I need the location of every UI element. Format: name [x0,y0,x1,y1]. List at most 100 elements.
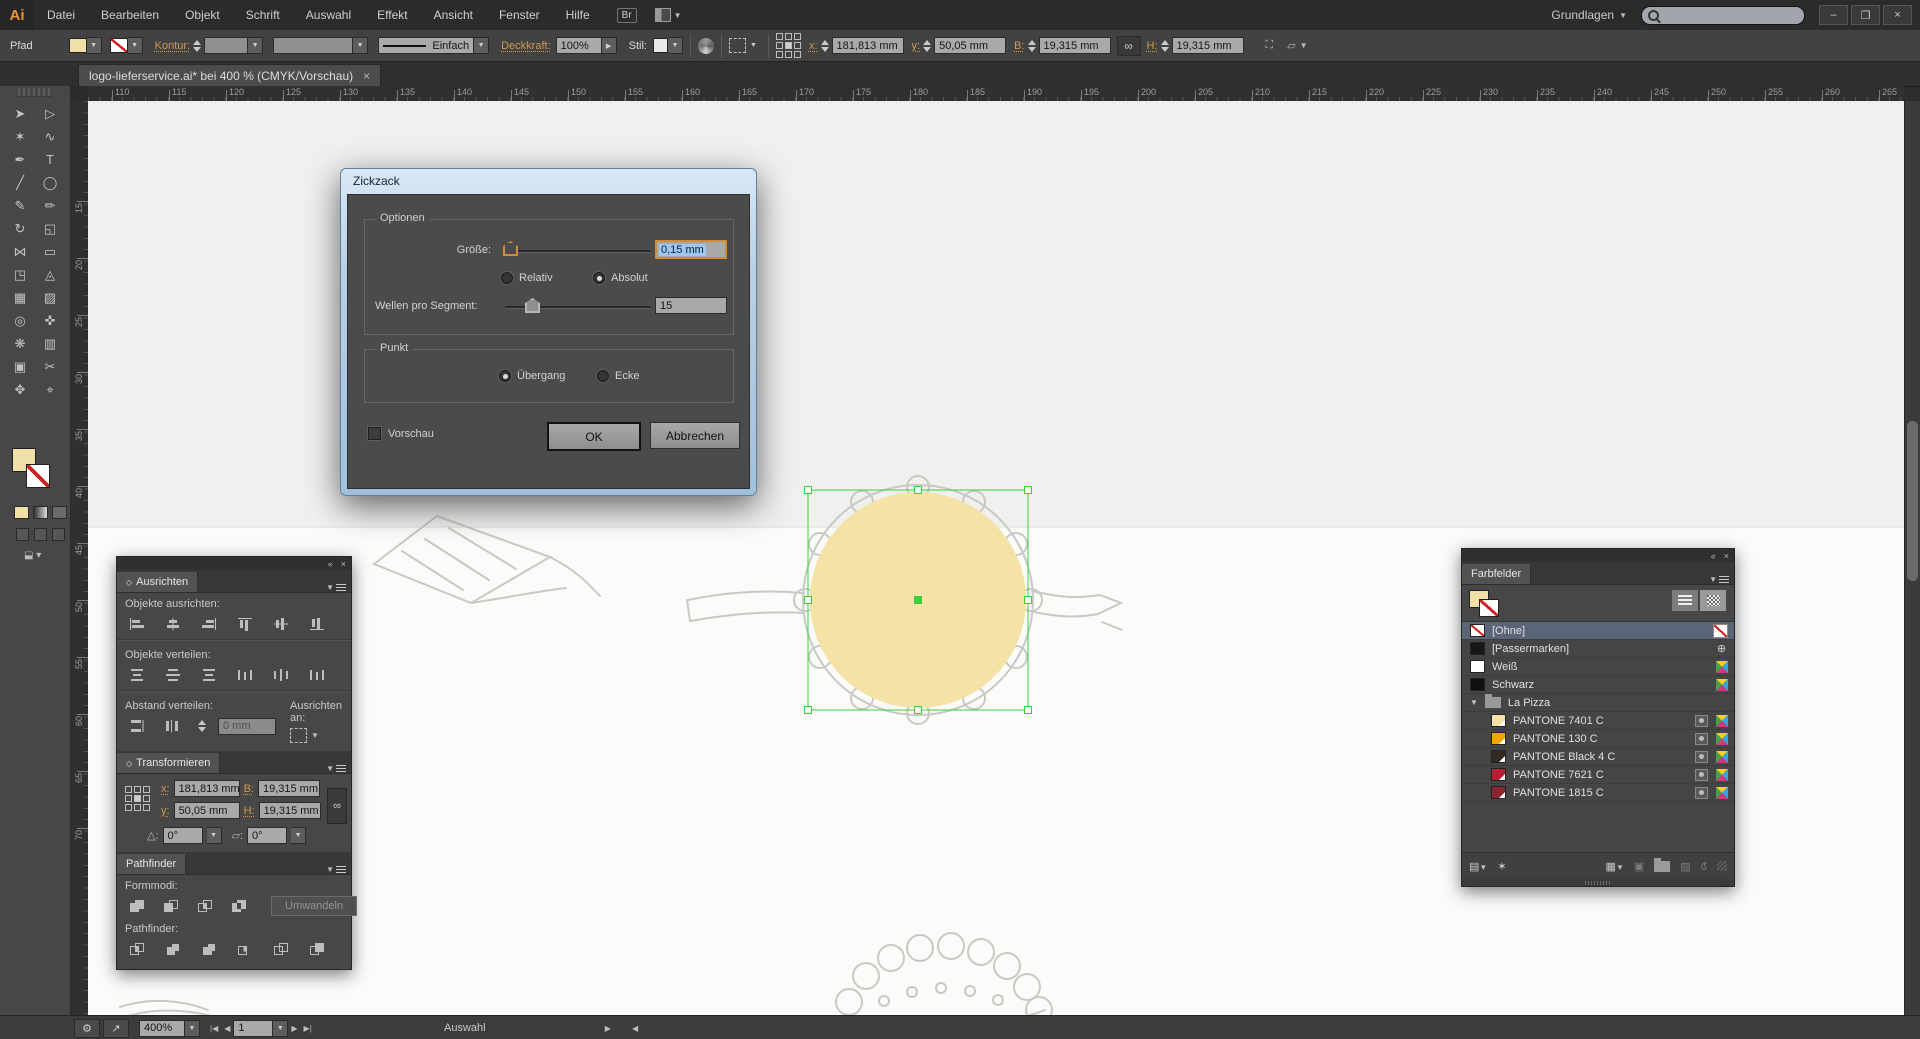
height-field[interactable]: 19,315 mm [1172,37,1244,54]
tab-close-icon[interactable]: × [363,69,370,83]
height-stepper[interactable] [1161,40,1169,52]
stroke-weight-field[interactable] [204,37,248,54]
transform-shape-icon[interactable]: ⛶ [1266,39,1274,52]
horizontal-ruler[interactable]: 1101151201251301351401451501551601651701… [88,86,1904,102]
color-button[interactable] [14,506,29,519]
selection-handle[interactable] [805,707,812,714]
corner-radio[interactable]: Ecke [597,370,639,382]
stroke-weight-dropdown[interactable]: ▼ [248,37,263,54]
swatch-row[interactable]: [Passermarken]⊕ [1462,640,1734,658]
outline-button[interactable] [267,939,294,959]
workspace-switcher[interactable]: Grundlagen ▼ [1551,8,1627,22]
panel-menu-icon[interactable]: ▼ [326,764,351,773]
spacing-field[interactable]: 0 mm [218,718,276,735]
relative-radio[interactable]: Relativ [501,272,553,284]
graphic-style-dropdown[interactable]: ▼ [668,37,683,54]
reference-point-selector[interactable] [776,33,801,58]
gradient-button[interactable] [33,506,48,519]
minus-front-button[interactable] [157,896,184,916]
shear-field[interactable]: 0° [247,827,287,844]
screen-mode-button[interactable]: ⬓ ▾ [24,550,41,561]
width-stepper[interactable] [1028,40,1036,52]
swatch-row[interactable]: Weiß [1462,658,1734,676]
none-button[interactable] [52,506,67,519]
horizontal-align-left-button[interactable] [123,614,150,634]
shape-builder-tool[interactable]: ◳ [8,264,32,285]
draw-normal-mode[interactable] [16,528,29,541]
menu-objekt[interactable]: Objekt [172,0,233,30]
ellipse-tool[interactable]: ◯ [38,172,62,193]
panel-resize-grip[interactable] [1585,881,1611,885]
vertical-align-top-button[interactable] [231,614,258,634]
merge-button[interactable] [195,939,222,959]
scale-tool[interactable]: ◱ [38,218,62,239]
line-segment-tool[interactable]: ╱ [8,172,32,193]
selection-handle[interactable] [915,707,922,714]
shear-dropdown[interactable]: ▼ [291,827,306,844]
symbol-sprayer-tool[interactable]: ❋ [8,333,32,354]
reference-point-selector[interactable] [125,786,150,811]
lasso-tool[interactable]: ∿ [38,126,62,147]
selection-handle[interactable] [1025,487,1032,494]
opacity-dropdown[interactable]: ▶ [602,37,617,54]
stroke-color-dropdown[interactable]: ▼ [128,37,143,54]
smooth-radio[interactable]: Übergang [499,370,565,382]
zoom-tool[interactable]: ⌖ [38,379,62,400]
close-button[interactable]: × [1883,5,1912,25]
horizontal-distribute-left-button[interactable] [231,665,258,685]
recolor-artwork-icon[interactable] [698,38,714,54]
close-panel-icon[interactable]: × [341,559,346,569]
menu-datei[interactable]: Datei [34,0,88,30]
draw-behind-mode[interactable] [34,528,47,541]
opacity-panel-link[interactable]: Deckkraft: [501,40,551,52]
swatch-row[interactable]: PANTONE 130 C [1462,730,1734,748]
mesh-tool[interactable]: ▦ [8,287,32,308]
vertical-scrollbar[interactable] [1904,101,1920,1015]
vertical-scrollbar-thumb[interactable] [1907,421,1918,581]
grid-view-button[interactable] [1700,590,1726,611]
new-group-icon[interactable] [1654,861,1670,872]
vertical-distribute-center-button[interactable] [159,665,186,685]
tab-pathfinder[interactable]: Pathfinder [117,854,186,874]
menu-effekt[interactable]: Effekt [364,0,420,30]
scroll-left-icon[interactable]: ◀ [632,1024,638,1033]
align-to-artboard-icon[interactable] [290,728,307,743]
spacing-stepper[interactable] [198,720,206,732]
panel-menu-icon[interactable]: ▼ [1709,575,1734,584]
vertical-ruler[interactable]: 152025303540455055606570 [70,101,89,1015]
horizontal-align-center-button[interactable] [159,614,186,634]
color-themes-icon[interactable]: ✶ [1497,860,1506,873]
fill-color-dropdown[interactable]: ▼ [87,37,102,54]
size-slider-track[interactable] [505,250,651,253]
opacity-field[interactable]: 100% [556,37,602,54]
restore-button[interactable]: ❐ [1851,5,1880,25]
rotate-tool[interactable]: ↻ [8,218,32,239]
select-similar-icon[interactable] [729,38,746,53]
search-input[interactable] [1641,6,1805,25]
horizontal-align-right-button[interactable] [195,614,222,634]
stroke-color-swatch[interactable] [110,38,128,53]
free-transform-tool[interactable]: ▭ [38,241,62,262]
swatch-row[interactable]: ▼La Pizza [1462,694,1734,712]
horizontal-distribute-center-button[interactable] [267,665,294,685]
rotate-dropdown[interactable]: ▼ [207,827,222,844]
tab-align[interactable]: ◇Ausrichten [117,572,198,592]
unite-button[interactable] [123,896,150,916]
horizontal-distribute-right-button[interactable] [303,665,330,685]
type-tool[interactable]: T [38,149,62,170]
fill-color-swatch[interactable] [69,38,87,53]
fill-stroke-indicator[interactable] [12,448,60,500]
menu-hilfe[interactable]: Hilfe [553,0,603,30]
next-artboard-icon[interactable]: ▶ [291,1024,297,1033]
tab-transform[interactable]: ◇Transformieren [117,753,220,773]
select-similar-dropdown[interactable]: ▼ [746,37,761,54]
swatch-row[interactable]: PANTONE 7621 C [1462,766,1734,784]
stroke-panel-link[interactable]: Kontur: [155,40,190,52]
ruler-corner[interactable] [70,86,89,102]
y-field[interactable]: 50,05 mm [934,37,1006,54]
resize-grip[interactable] [1717,861,1727,871]
transform-y-field[interactable]: 50,05 mm [174,802,240,819]
brush-definition-dropdown[interactable]: ▼ [353,37,368,54]
expand-button[interactable]: Umwandeln [271,896,357,916]
swatch-row[interactable]: PANTONE 1815 C [1462,784,1734,802]
